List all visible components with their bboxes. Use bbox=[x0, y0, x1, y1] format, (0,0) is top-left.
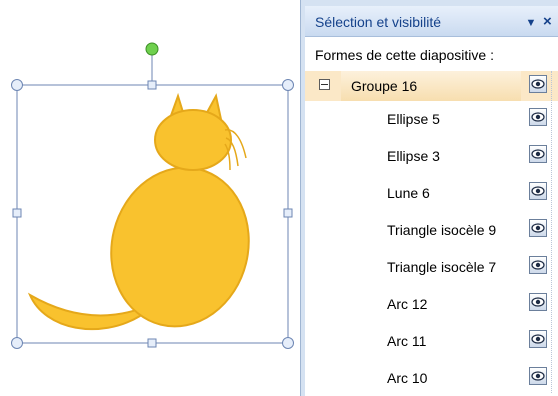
list-item-label: Ellipse 3 bbox=[387, 148, 440, 164]
list-item-group[interactable]: Groupe 16 bbox=[305, 71, 558, 101]
cat-head[interactable] bbox=[154, 109, 232, 171]
list-item[interactable]: Arc 11 bbox=[305, 326, 558, 356]
list-item-label: Arc 10 bbox=[387, 370, 428, 386]
eye-icon[interactable] bbox=[529, 256, 547, 274]
resize-handle-top-left[interactable] bbox=[11, 79, 23, 91]
eye-icon[interactable] bbox=[529, 367, 547, 385]
cat-group[interactable] bbox=[27, 92, 265, 341]
resize-handle-bottom[interactable] bbox=[147, 338, 157, 348]
list-item-label: Arc 12 bbox=[387, 296, 428, 312]
list-item[interactable]: Triangle isocèle 7 bbox=[305, 252, 558, 282]
list-item-label: Lune 6 bbox=[387, 185, 430, 201]
close-icon[interactable]: × bbox=[543, 13, 558, 31]
eye-icon[interactable] bbox=[529, 108, 547, 126]
eye-icon[interactable] bbox=[529, 219, 547, 237]
slide-svg bbox=[11, 42, 294, 349]
shapes-list-label: Formes de cette diapositive : bbox=[315, 47, 494, 63]
chevron-down-icon[interactable]: ▼ bbox=[523, 16, 539, 30]
pane-body: Formes de cette diapositive : Groupe 16 … bbox=[305, 37, 558, 396]
eye-icon[interactable] bbox=[529, 293, 547, 311]
list-item-label: Triangle isocèle 7 bbox=[387, 259, 497, 275]
selection-pane: Sélection et visibilité ▼ × Formes de ce… bbox=[300, 0, 558, 396]
pane-title: Sélection et visibilité bbox=[315, 14, 442, 30]
pane-header: Sélection et visibilité ▼ × bbox=[305, 6, 558, 37]
slide-canvas[interactable] bbox=[0, 0, 300, 396]
list-item[interactable]: Ellipse 5 bbox=[305, 104, 558, 134]
eye-icon[interactable] bbox=[529, 330, 547, 348]
column-divider bbox=[551, 71, 553, 393]
list-item-label: Arc 11 bbox=[387, 333, 427, 349]
list-item[interactable]: Triangle isocèle 9 bbox=[305, 215, 558, 245]
list-item-label: Groupe 16 bbox=[351, 78, 418, 94]
resize-handle-top[interactable] bbox=[147, 80, 157, 90]
list-item-label: Triangle isocèle 9 bbox=[387, 222, 497, 238]
eye-icon[interactable] bbox=[529, 182, 547, 200]
resize-handle-left[interactable] bbox=[12, 208, 22, 218]
resize-handle-top-right[interactable] bbox=[282, 79, 294, 91]
resize-handle-bottom-left[interactable] bbox=[11, 337, 23, 349]
list-item[interactable]: Arc 12 bbox=[305, 289, 558, 319]
list-item-label: Ellipse 5 bbox=[387, 111, 440, 127]
eye-icon[interactable] bbox=[529, 145, 547, 163]
eye-icon[interactable] bbox=[529, 75, 547, 93]
resize-handle-bottom-right[interactable] bbox=[282, 337, 294, 349]
rotate-handle[interactable] bbox=[145, 42, 159, 56]
list-item[interactable]: Ellipse 3 bbox=[305, 141, 558, 171]
collapse-icon[interactable] bbox=[319, 79, 330, 90]
list-item[interactable]: Lune 6 bbox=[305, 178, 558, 208]
list-item[interactable]: Arc 10 bbox=[305, 363, 558, 393]
resize-handle-right[interactable] bbox=[283, 208, 293, 218]
